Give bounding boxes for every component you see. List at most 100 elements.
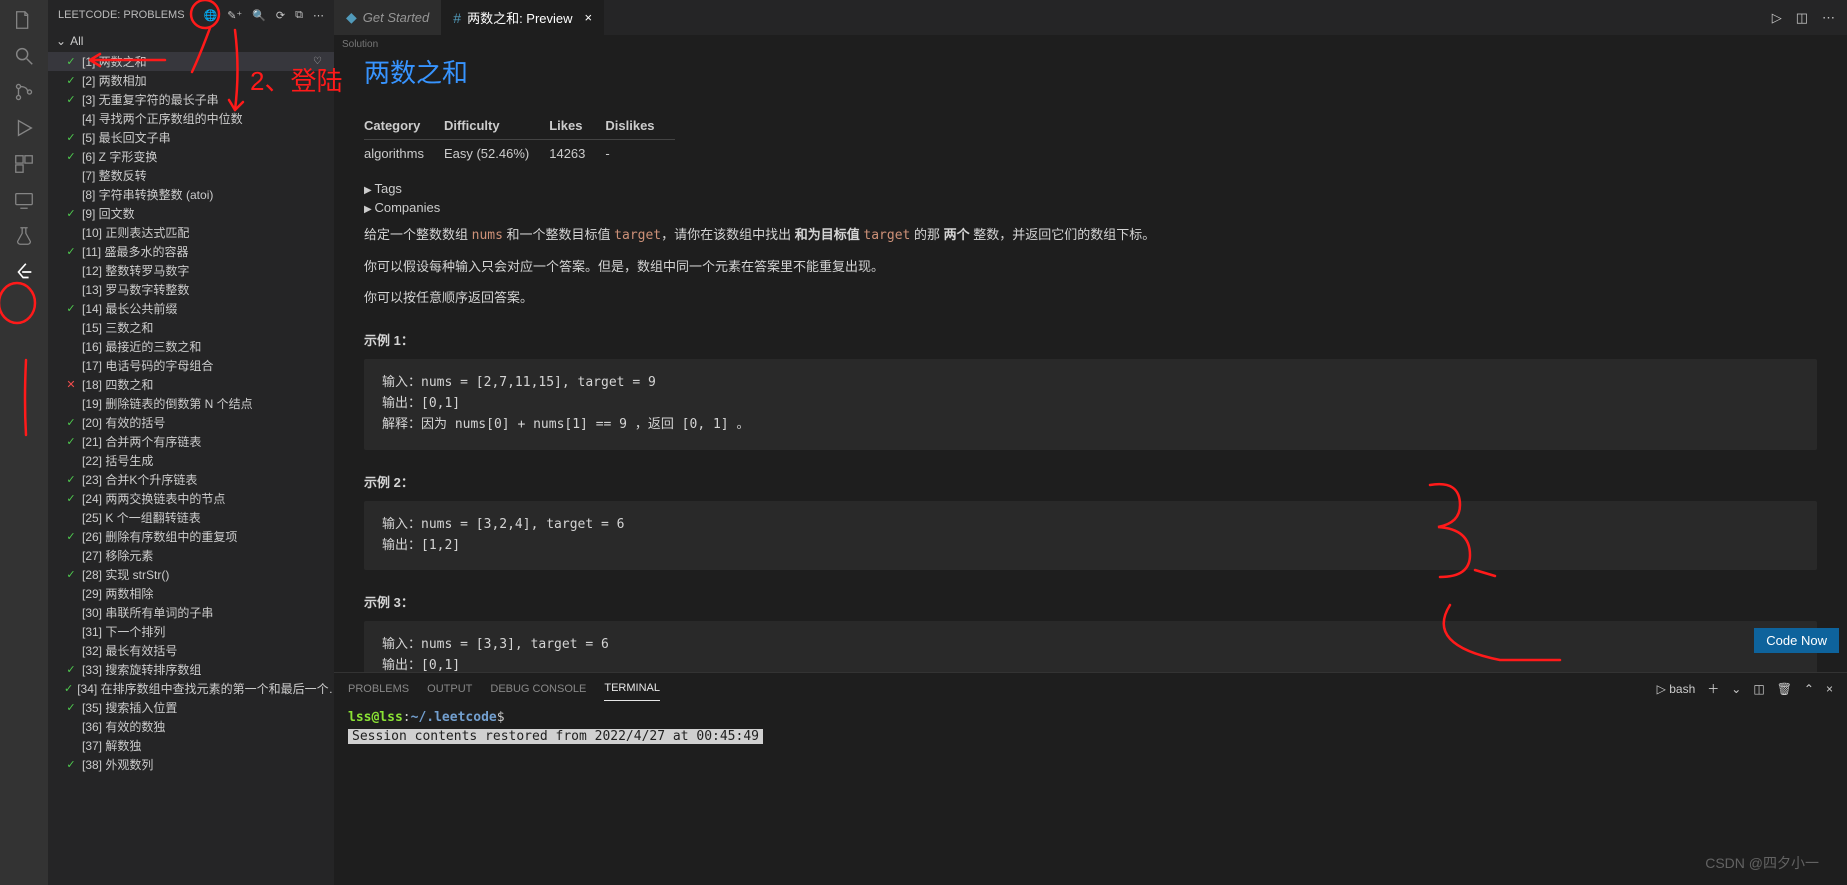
example-1-title: 示例 1： [364,330,1817,349]
refresh-icon[interactable]: ⟳ [276,9,285,22]
panel-tab-terminal[interactable]: TERMINAL [604,676,660,701]
problem-item[interactable]: ✓[5] 最长回文子串 [48,128,334,147]
problem-item[interactable]: ·[27] 移除元素 [48,546,334,565]
problem-item[interactable]: ·[37] 解数独 [48,736,334,755]
remote-icon[interactable] [12,188,36,212]
td-difficulty: Easy (52.46%) [444,140,549,168]
problem-item[interactable]: ✓[11] 盛最多水的容器 [48,242,334,261]
problem-item[interactable]: ✓[26] 删除有序数组中的重复项 [48,527,334,546]
session-restored: Session contents restored from 2022/4/27… [348,729,763,744]
problem-item[interactable]: ·[16] 最接近的三数之和 [48,337,334,356]
th-likes: Likes [549,112,605,140]
explorer-icon[interactable] [12,8,36,32]
problem-item[interactable]: ·[8] 字符串转换整数 (atoi) [48,185,334,204]
problem-title-label: [3] 无重复字符的最长子串 [82,91,219,108]
extensions-icon[interactable] [12,152,36,176]
status-icon: · [64,626,78,638]
panel-tab-output[interactable]: OUTPUT [427,677,472,701]
problem-item[interactable]: ·[22] 括号生成 [48,451,334,470]
search-icon[interactable] [12,44,36,68]
status-icon: · [64,721,78,733]
split-icon[interactable]: ◫ [1796,10,1808,26]
favorite-icon[interactable]: ♡ [313,56,322,67]
problem-item[interactable]: ·[36] 有效的数独 [48,717,334,736]
problem-item[interactable]: ✓[9] 回文数 [48,204,334,223]
problem-item[interactable]: ·[32] 最长有效括号 [48,641,334,660]
panel-tab-debug[interactable]: DEBUG CONSOLE [490,677,586,701]
run-icon[interactable]: ▷ [1772,10,1782,26]
main: ◆ Get Started # 两数之和: Preview × ▷ ◫ ⋯ So… [334,0,1847,885]
problem-item[interactable]: ✓[38] 外观数列 [48,755,334,774]
problem-item[interactable]: ✓[35] 搜索插入位置 [48,698,334,717]
th-dislikes: Dislikes [605,112,674,140]
problem-item[interactable]: ✓[20] 有效的括号 [48,413,334,432]
problem-item[interactable]: ✓[14] 最长公共前缀 [48,299,334,318]
tab-get-started[interactable]: ◆ Get Started [334,0,441,35]
panel-tab-problems[interactable]: PROBLEMS [348,677,409,701]
shell-picker[interactable]: ▷ bash [1657,682,1696,696]
terminal-body[interactable]: lss@lss:~/.leetcode$ Session contents re… [334,704,1847,885]
category-all[interactable]: ⌄ All [48,30,334,52]
sidebar: LEETCODE: PROBLEMS 🌐 ✎⁺ 🔍 ⟳ ⧉ ⋯ ⌄ All ✓[… [48,0,334,885]
problem-item[interactable]: ✓[28] 实现 strStr() [48,565,334,584]
editor-tabs: ◆ Get Started # 两数之和: Preview × ▷ ◫ ⋯ [334,0,1847,35]
companies-disclosure[interactable]: Companies [364,200,1817,215]
problem-item[interactable]: ·[17] 电话号码的字母组合 [48,356,334,375]
terminal-dropdown-icon[interactable]: ⌄ [1731,682,1741,696]
problem-item[interactable]: ✓[1] 两数之和♡ [48,52,334,71]
hash-icon: # [453,10,461,26]
problem-title-label: [10] 正则表达式匹配 [82,224,189,241]
problem-item[interactable]: ✓[21] 合并两个有序链表 [48,432,334,451]
close-icon[interactable]: × [585,10,593,25]
example-3: 输入：nums = [3,3], target = 6 输出：[0,1] [364,621,1817,672]
example-3-title: 示例 3： [364,592,1817,611]
status-icon: · [64,645,78,657]
tags-disclosure[interactable]: Tags [364,181,1817,196]
problem-item[interactable]: ·[30] 串联所有单词的子串 [48,603,334,622]
problem-item[interactable]: ✓[33] 搜索旋转排序数组 [48,660,334,679]
problem-item[interactable]: ·[29] 两数相除 [48,584,334,603]
status-icon: · [64,455,78,467]
problem-item[interactable]: ✓[3] 无重复字符的最长子串 [48,90,334,109]
problem-item[interactable]: ✓[2] 两数相加 [48,71,334,90]
td-likes: 14263 [549,140,605,168]
leetcode-icon[interactable] [12,260,36,284]
search-problems-icon[interactable]: 🔍 [252,9,266,22]
problem-title-label: [37] 解数独 [82,737,141,754]
more-icon[interactable]: ⋯ [313,9,324,22]
bottom-panel: PROBLEMS OUTPUT DEBUG CONSOLE TERMINAL ▷… [334,672,1847,885]
problem-item[interactable]: ·[7] 整数反转 [48,166,334,185]
problem-item[interactable]: ·[4] 寻找两个正序数组的中位数 [48,109,334,128]
problem-title-label: [7] 整数反转 [82,167,147,184]
problem-item[interactable]: ·[13] 罗马数字转整数 [48,280,334,299]
code-now-button[interactable]: Code Now [1754,628,1839,653]
problem-item[interactable]: ✕[18] 四数之和 [48,375,334,394]
problem-item[interactable]: ·[10] 正则表达式匹配 [48,223,334,242]
status-icon: ✓ [64,473,78,486]
problem-item[interactable]: ·[31] 下一个排列 [48,622,334,641]
source-control-icon[interactable] [12,80,36,104]
tab-preview[interactable]: # 两数之和: Preview × [441,0,604,35]
problem-item[interactable]: ·[25] K 个一组翻转链表 [48,508,334,527]
add-icon[interactable]: ✎⁺ [227,9,242,22]
close-panel-icon[interactable]: × [1826,682,1833,696]
run-debug-icon[interactable] [12,116,36,140]
problem-item[interactable]: ✓[24] 两两交换链表中的节点 [48,489,334,508]
new-terminal-icon[interactable]: ＋ [1707,680,1719,697]
chevron-up-icon[interactable]: ⌃ [1804,682,1814,696]
split-terminal-icon[interactable]: ◫ [1753,682,1764,696]
testing-icon[interactable] [12,224,36,248]
more-icon[interactable]: ⋯ [1822,10,1835,26]
problem-item[interactable]: ·[12] 整数转罗马数字 [48,261,334,280]
problem-item[interactable]: ·[15] 三数之和 [48,318,334,337]
sidebar-title: LEETCODE: PROBLEMS [58,9,185,21]
problem-item[interactable]: ✓[6] Z 字形变换 [48,147,334,166]
trash-icon[interactable]: 🗑 [1777,682,1792,696]
problem-item[interactable]: ✓[34] 在排序数组中查找元素的第一个和最后一个… [48,679,334,698]
problem-item[interactable]: ✓[23] 合并K个升序链表 [48,470,334,489]
example-1: 输入：nums = [2,7,11,15], target = 9 输出：[0,… [364,359,1817,449]
globe-icon[interactable]: 🌐 [203,9,217,22]
status-icon: · [64,360,78,372]
collapse-icon[interactable]: ⧉ [295,9,303,22]
problem-item[interactable]: ·[19] 删除链表的倒数第 N 个结点 [48,394,334,413]
